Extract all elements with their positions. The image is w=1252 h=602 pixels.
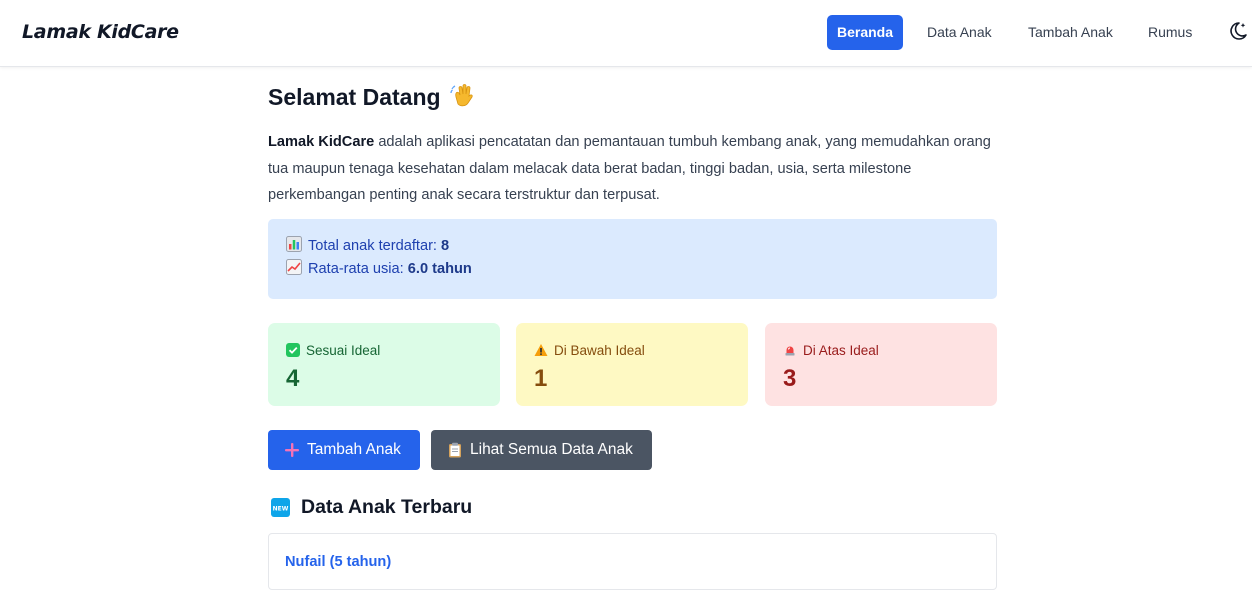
card-di-atas-ideal: Di Atas Ideal 3 bbox=[765, 323, 997, 406]
child-link[interactable]: Nufail (5 tahun) bbox=[285, 554, 391, 570]
card-bawah-count: 1 bbox=[534, 365, 548, 392]
nav-tambah-anak[interactable]: Tambah Anak bbox=[1016, 15, 1125, 50]
nav-data-anak[interactable]: Data Anak bbox=[915, 15, 1004, 50]
stat-average-age: Rata-rata usia: 6.0 tahun bbox=[286, 258, 979, 281]
card-bawah-label: Di Bawah Ideal bbox=[554, 342, 645, 358]
card-di-bawah-ideal: Di Bawah Ideal 1 bbox=[516, 323, 748, 406]
card-ideal-label: Sesuai Ideal bbox=[306, 342, 381, 358]
stat-total: Total anak terdaftar: 8 bbox=[286, 235, 979, 258]
latest-section-title: NEW Data Anak Terbaru bbox=[271, 496, 473, 518]
trend-chart-icon bbox=[286, 259, 302, 275]
intro-text: Lamak KidCare adalah aplikasi pencatatan… bbox=[268, 129, 997, 209]
check-icon bbox=[286, 343, 300, 357]
nav-rumus[interactable]: Rumus bbox=[1136, 15, 1204, 50]
svg-text:NEW: NEW bbox=[273, 505, 289, 512]
stat-total-value: 8 bbox=[441, 238, 450, 254]
siren-icon bbox=[783, 343, 797, 357]
plus-icon bbox=[284, 442, 300, 458]
warning-icon bbox=[534, 343, 548, 357]
tambah-anak-button[interactable]: Tambah Anak bbox=[268, 430, 420, 470]
intro-brand: Lamak KidCare bbox=[268, 134, 375, 150]
stat-average-value: 6.0 tahun bbox=[407, 261, 472, 277]
list-item: Nufail (5 tahun) bbox=[268, 533, 997, 590]
brand-logo[interactable]: Lamak KidCare bbox=[22, 21, 179, 43]
bar-chart-icon bbox=[286, 236, 302, 252]
nav-beranda[interactable]: Beranda bbox=[827, 15, 903, 50]
clipboard-icon bbox=[447, 442, 463, 458]
waving-hand-icon bbox=[449, 83, 477, 109]
intro-description: adalah aplikasi pencatatan dan pemantaua… bbox=[268, 134, 991, 203]
lihat-semua-data-button[interactable]: Lihat Semua Data Anak bbox=[431, 430, 652, 470]
stats-summary: Total anak terdaftar: 8 Rata-rata usia: … bbox=[268, 219, 997, 299]
navbar: Lamak KidCare Beranda Data Anak Tambah A… bbox=[0, 0, 1252, 67]
new-badge-icon: NEW bbox=[271, 498, 290, 517]
moon-icon[interactable] bbox=[1228, 20, 1248, 42]
card-sesuai-ideal: Sesuai Ideal 4 bbox=[268, 323, 500, 406]
card-ideal-count: 4 bbox=[286, 365, 300, 392]
card-atas-count: 3 bbox=[783, 365, 797, 392]
page-title: Selamat Datang bbox=[268, 83, 477, 111]
card-atas-label: Di Atas Ideal bbox=[803, 342, 879, 358]
